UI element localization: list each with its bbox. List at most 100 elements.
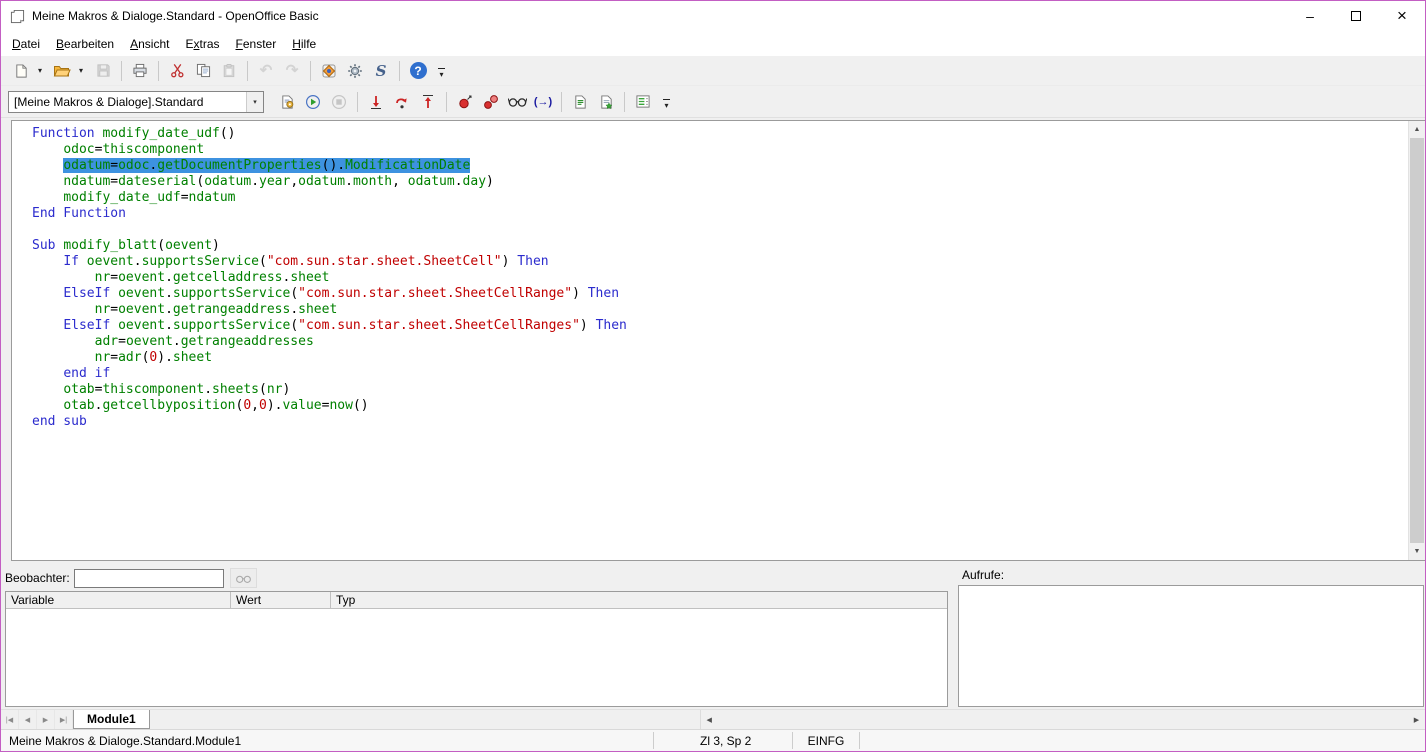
code-text[interactable]: Function modify_date_udf() odoc=thiscomp… bbox=[12, 121, 1408, 560]
new-document-button[interactable] bbox=[9, 59, 33, 83]
code-line[interactable]: ElseIf oevent.supportsService("com.sun.s… bbox=[32, 318, 1408, 334]
select-macro-button[interactable] bbox=[568, 90, 592, 114]
source-list-icon bbox=[635, 94, 651, 109]
toolbar-overflow-button[interactable]: ▾ bbox=[434, 59, 449, 83]
open-button[interactable] bbox=[50, 59, 74, 83]
step-out-icon bbox=[420, 94, 436, 110]
scissors-icon bbox=[170, 63, 185, 78]
watch-add-button[interactable] bbox=[230, 568, 257, 588]
column-header-variable[interactable]: Variable bbox=[6, 592, 231, 608]
menu-item-extras[interactable]: Extras bbox=[177, 33, 227, 55]
scrollbar-thumb[interactable] bbox=[1410, 138, 1424, 543]
manage-breakpoints-button[interactable] bbox=[479, 90, 503, 114]
watch-table: Variable Wert Typ bbox=[5, 591, 948, 707]
code-line[interactable]: end sub bbox=[32, 414, 1408, 430]
enable-watch-button[interactable] bbox=[505, 90, 529, 114]
new-document-dropdown[interactable]: ▾ bbox=[34, 59, 46, 83]
navigator-button[interactable] bbox=[317, 59, 341, 83]
horizontal-scrollbar-left[interactable]: ◀ bbox=[700, 710, 948, 729]
code-line[interactable]: ndatum=dateserial(odatum.year,odatum.mon… bbox=[32, 174, 1408, 190]
code-line[interactable]: adr=oevent.getrangeaddresses bbox=[32, 334, 1408, 350]
code-line[interactable]: otab=thiscomponent.sheets(nr) bbox=[32, 382, 1408, 398]
copy-button[interactable] bbox=[191, 59, 215, 83]
toolbar-separator bbox=[357, 92, 358, 112]
scroll-right-icon[interactable]: ▶ bbox=[1408, 710, 1425, 729]
tab-module1[interactable]: Module1 bbox=[73, 710, 150, 729]
compile-button[interactable] bbox=[275, 90, 299, 114]
code-line[interactable]: ElseIf oevent.supportsService("com.sun.s… bbox=[32, 286, 1408, 302]
open-dropdown[interactable]: ▾ bbox=[75, 59, 87, 83]
undo-button[interactable]: ↶ bbox=[254, 59, 278, 83]
horizontal-scrollbar-right[interactable]: ▶ bbox=[955, 710, 1425, 729]
code-line[interactable]: odatum=odoc.getDocumentProperties().Modi… bbox=[32, 158, 1408, 174]
library-selector[interactable]: [Meine Makros & Dialoge].Standard ▾ bbox=[8, 91, 264, 113]
step-out-button[interactable] bbox=[416, 90, 440, 114]
first-tab-button[interactable]: |◀ bbox=[1, 710, 19, 729]
undo-arrow-icon: ↶ bbox=[260, 63, 273, 78]
run-play-icon bbox=[305, 94, 321, 110]
scrollbar-track[interactable] bbox=[718, 710, 948, 729]
panel-splitter[interactable] bbox=[949, 561, 956, 709]
last-tab-button[interactable]: ▶| bbox=[55, 710, 73, 729]
column-header-wert[interactable]: Wert bbox=[231, 592, 331, 608]
code-line[interactable]: end if bbox=[32, 366, 1408, 382]
code-line[interactable] bbox=[32, 222, 1408, 238]
insert-source-button[interactable] bbox=[631, 90, 655, 114]
code-line[interactable]: Function modify_date_udf() bbox=[32, 126, 1408, 142]
code-line[interactable]: nr=oevent.getcelladdress.sheet bbox=[32, 270, 1408, 286]
watch-table-body[interactable] bbox=[6, 609, 947, 706]
code-line[interactable]: nr=oevent.getrangeaddress.sheet bbox=[32, 302, 1408, 318]
step-into-button[interactable] bbox=[364, 90, 388, 114]
find-parentheses-button[interactable]: (→) bbox=[531, 90, 555, 114]
run-button[interactable] bbox=[301, 90, 325, 114]
code-line[interactable]: modify_date_udf=ndatum bbox=[32, 190, 1408, 206]
maximize-button[interactable] bbox=[1333, 1, 1379, 31]
menu-item-fenster[interactable]: Fenster bbox=[228, 33, 285, 55]
status-cursor-position: Zl 3, Sp 2 bbox=[654, 730, 792, 751]
status-insert-mode[interactable]: EINFG bbox=[793, 730, 859, 751]
print-button[interactable] bbox=[128, 59, 152, 83]
code-line[interactable]: End Function bbox=[32, 206, 1408, 222]
toolbar-overflow-button[interactable]: ▾ bbox=[659, 90, 674, 114]
code-line[interactable]: If oevent.supportsService("com.sun.star.… bbox=[32, 254, 1408, 270]
code-line[interactable]: nr=adr(0).sheet bbox=[32, 350, 1408, 366]
previous-tab-button[interactable]: ◀ bbox=[19, 710, 37, 729]
save-floppy-icon bbox=[96, 63, 111, 78]
redo-button[interactable]: ↷ bbox=[280, 59, 304, 83]
menu-item-datei[interactable]: Datei bbox=[4, 33, 48, 55]
scroll-down-icon[interactable]: ▼ bbox=[1409, 543, 1425, 560]
stop-button[interactable] bbox=[327, 90, 351, 114]
calls-listbox[interactable] bbox=[958, 585, 1424, 707]
save-button[interactable] bbox=[91, 59, 115, 83]
close-button[interactable]: × bbox=[1379, 1, 1425, 31]
code-line[interactable]: Sub modify_blatt(oevent) bbox=[32, 238, 1408, 254]
editor-vertical-scrollbar[interactable]: ▲ ▼ bbox=[1408, 121, 1425, 560]
toolbar-separator bbox=[624, 92, 625, 112]
scrollbar-track[interactable] bbox=[955, 710, 1408, 729]
minimize-button[interactable]: – bbox=[1287, 1, 1333, 31]
module-star-icon bbox=[599, 94, 614, 110]
menu-item-hilfe[interactable]: Hilfe bbox=[284, 33, 324, 55]
menu-item-ansicht[interactable]: Ansicht bbox=[122, 33, 177, 55]
step-over-button[interactable] bbox=[390, 90, 414, 114]
column-header-typ[interactable]: Typ bbox=[331, 592, 947, 608]
breakpoints-icon bbox=[483, 94, 499, 110]
scroll-up-icon[interactable]: ▲ bbox=[1409, 121, 1425, 138]
cut-button[interactable] bbox=[165, 59, 189, 83]
code-line[interactable]: odoc=thiscomponent bbox=[32, 142, 1408, 158]
help-button[interactable]: ? bbox=[406, 59, 430, 83]
options-button[interactable] bbox=[343, 59, 367, 83]
menu-item-bearbeiten[interactable]: Bearbeiten bbox=[48, 33, 122, 55]
source-text-button[interactable]: S bbox=[369, 59, 393, 83]
maximize-icon bbox=[1351, 11, 1361, 21]
library-selector-dropdown[interactable]: ▾ bbox=[246, 92, 263, 112]
next-tab-button[interactable]: ▶ bbox=[37, 710, 55, 729]
breakpoint-button[interactable] bbox=[453, 90, 477, 114]
code-line[interactable]: otab.getcellbyposition(0,0).value=now() bbox=[32, 398, 1408, 414]
toolbar-separator bbox=[247, 61, 248, 81]
watch-input[interactable] bbox=[74, 569, 224, 588]
script-s-icon: S bbox=[376, 62, 387, 80]
scroll-left-icon[interactable]: ◀ bbox=[701, 710, 718, 729]
paste-button[interactable] bbox=[217, 59, 241, 83]
manage-modules-button[interactable] bbox=[594, 90, 618, 114]
